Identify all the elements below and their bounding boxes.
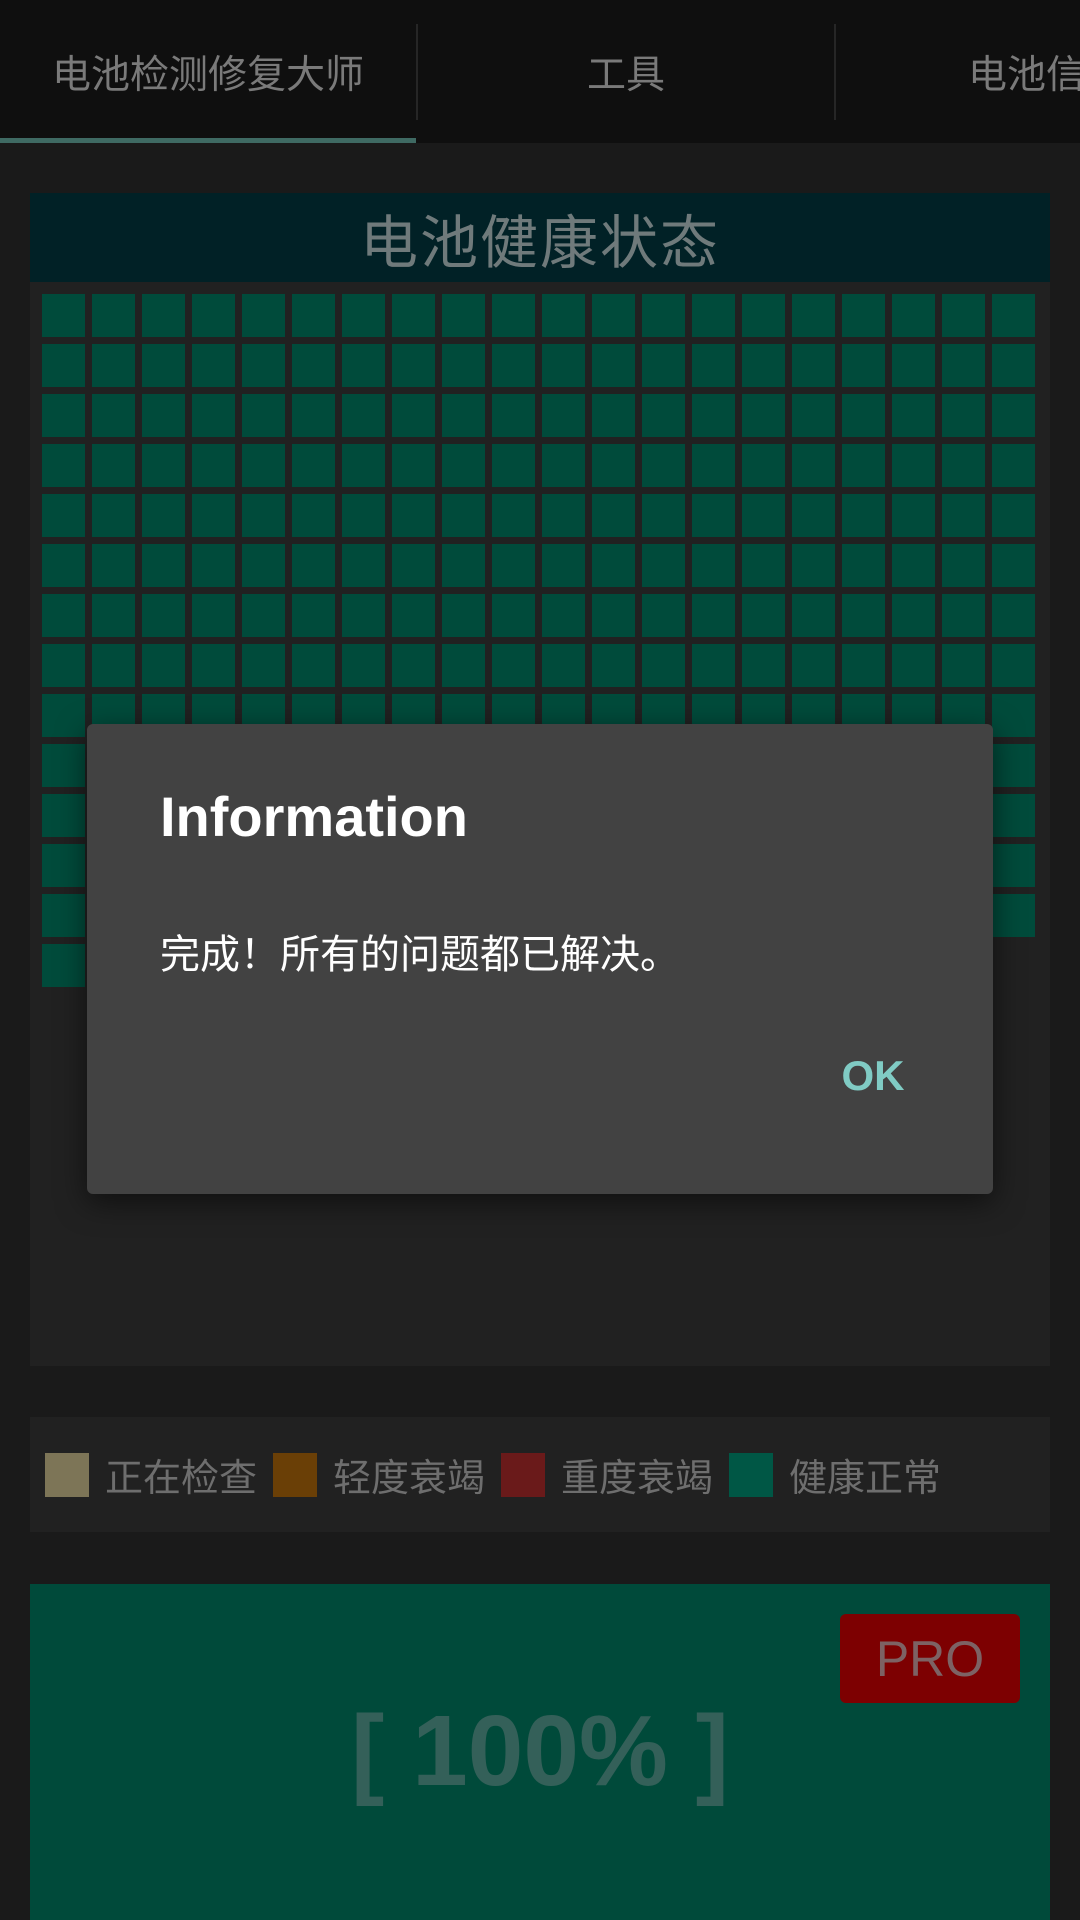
app-root: 电池检测修复大师 工具 电池信 电池健康状态 正在检查 轻度衰竭 重度衰竭 健康… — [0, 0, 1080, 1920]
information-dialog: Information 完成！所有的问题都已解决。 OK — [87, 724, 993, 1194]
dialog-title: Information — [160, 785, 468, 848]
ok-button[interactable]: OK — [813, 1036, 933, 1116]
dialog-message: 完成！所有的问题都已解决。 — [160, 932, 680, 978]
